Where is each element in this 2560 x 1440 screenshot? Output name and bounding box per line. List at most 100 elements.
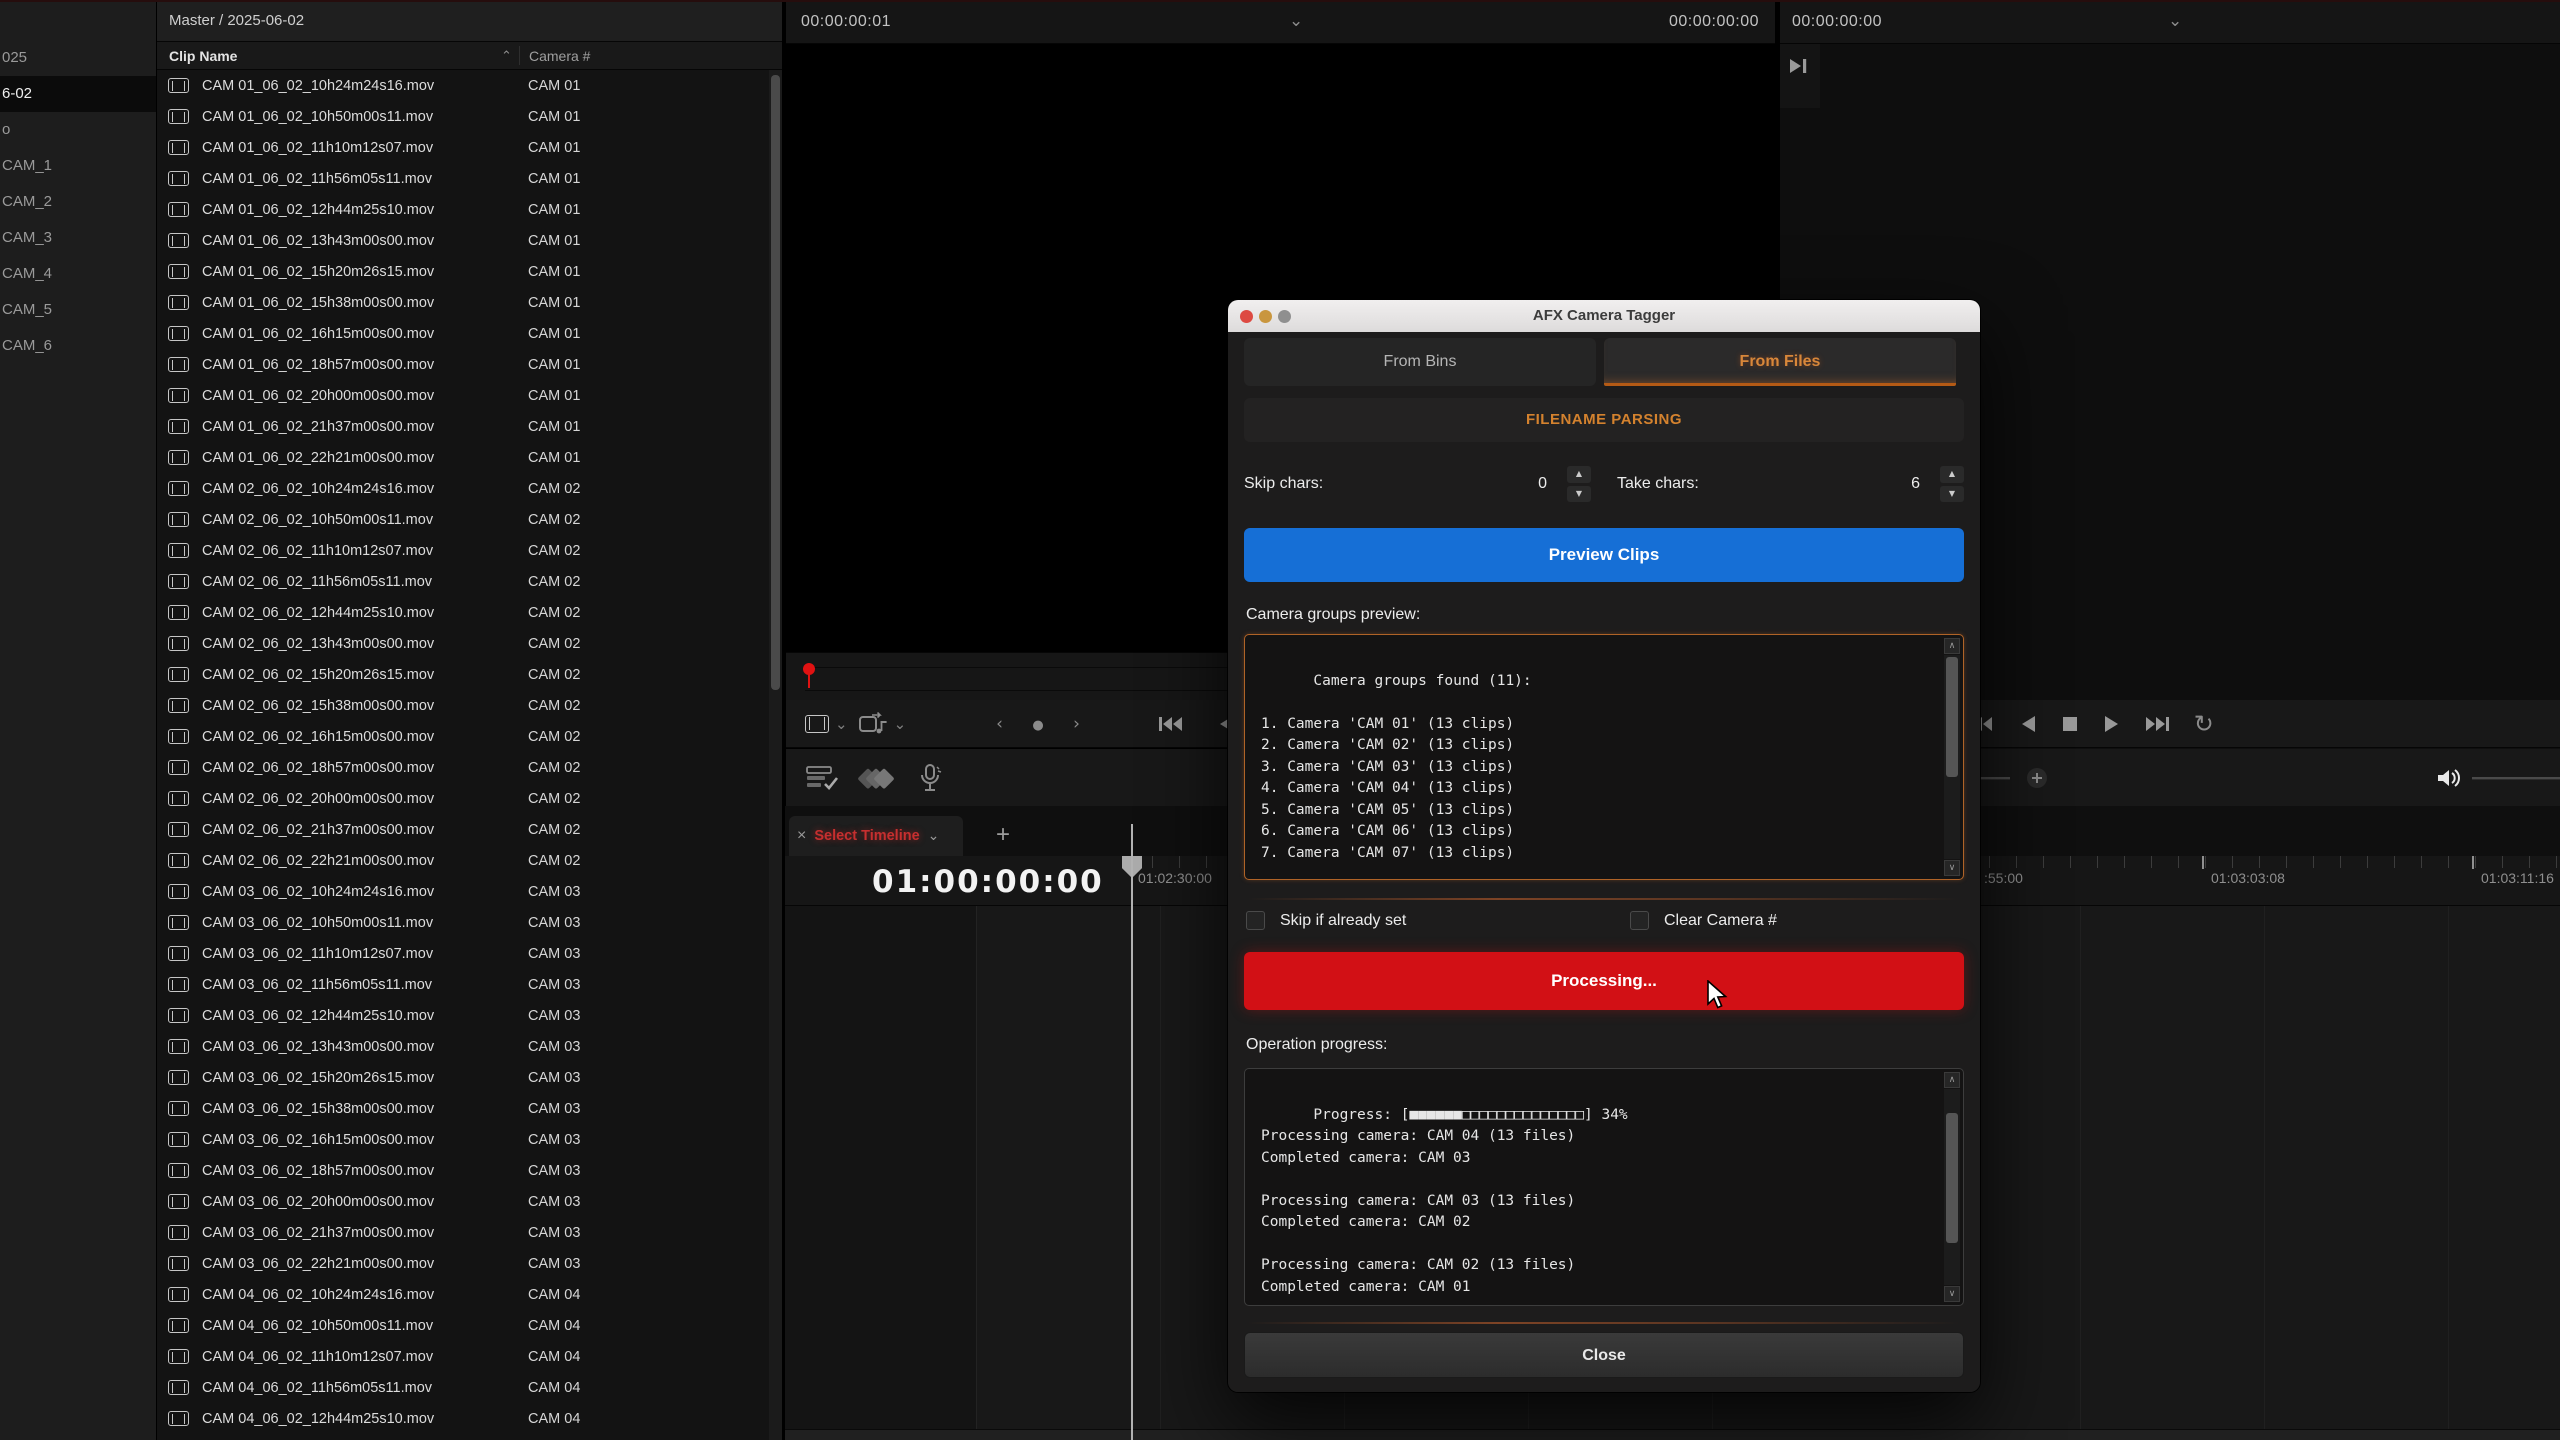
- clip-mode-icon[interactable]: [805, 715, 829, 733]
- table-row[interactable]: CAM 02_06_02_15h38m00s00.mov CAM 02: [157, 690, 769, 721]
- play-icon[interactable]: [2104, 715, 2120, 733]
- breadcrumb[interactable]: Master / 2025-06-02: [157, 0, 782, 42]
- table-row[interactable]: CAM 02_06_02_20h00m00s00.mov CAM 02: [157, 783, 769, 814]
- table-row[interactable]: CAM 02_06_02_11h10m12s07.mov CAM 02: [157, 535, 769, 566]
- sync-clips-layers-icon[interactable]: [857, 763, 895, 793]
- sort-caret-icon[interactable]: ⌃: [501, 42, 512, 70]
- play-reverse-icon[interactable]: [2020, 715, 2036, 733]
- previous-marker-icon[interactable]: ‹: [996, 714, 1015, 734]
- skip-if-set-label[interactable]: Skip if already set: [1280, 908, 1406, 934]
- sidebar-bin-item[interactable]: CAM_4: [0, 256, 156, 292]
- table-row[interactable]: CAM 01_06_02_15h38m00s00.mov CAM 01: [157, 287, 769, 318]
- column-clip-name[interactable]: Clip Name: [169, 42, 237, 70]
- skip-chars-stepper[interactable]: ▲ ▼: [1567, 466, 1591, 502]
- console-scrollbar[interactable]: ∧ ∨: [1944, 1072, 1960, 1302]
- scrub-playhead-pin[interactable]: [803, 663, 815, 675]
- progress-console[interactable]: Progress: [■■■■■■□□□□□□□□□□□□□□] 34% Pro…: [1244, 1068, 1964, 1306]
- stepper-down-icon[interactable]: ▼: [1567, 486, 1591, 503]
- table-row[interactable]: CAM 02_06_02_15h20m26s15.mov CAM 02: [157, 659, 769, 690]
- stepper-up-icon[interactable]: ▲: [1940, 466, 1964, 483]
- sidebar-bin-item[interactable]: 025: [0, 40, 156, 76]
- table-row[interactable]: CAM 03_06_02_22h21m00s00.mov CAM 03: [157, 1248, 769, 1279]
- loop-icon[interactable]: ↻: [2194, 710, 2214, 738]
- skip-to-end-icon[interactable]: [1788, 58, 1810, 74]
- chevron-down-icon[interactable]: ⌄: [928, 828, 940, 844]
- sidebar-bin-item[interactable]: CAM_2: [0, 184, 156, 220]
- scrollbar-track[interactable]: [1944, 1089, 1960, 1285]
- table-row[interactable]: CAM 04_06_02_10h24m24s16.mov CAM 04: [157, 1279, 769, 1310]
- table-row[interactable]: CAM 03_06_02_15h38m00s00.mov CAM 03: [157, 1093, 769, 1124]
- scrollbar-track[interactable]: [1944, 655, 1960, 859]
- table-row[interactable]: CAM 01_06_02_11h10m12s07.mov CAM 01: [157, 132, 769, 163]
- scroll-down-icon[interactable]: ∨: [1944, 860, 1960, 876]
- chevron-down-icon[interactable]: ⌄: [835, 715, 848, 733]
- table-row[interactable]: CAM 03_06_02_13h43m00s00.mov CAM 03: [157, 1031, 769, 1062]
- sidebar-bin-item[interactable]: CAM_6: [0, 328, 156, 364]
- zoom-in-icon[interactable]: [2026, 767, 2048, 789]
- take-chars-value[interactable]: 6: [1911, 475, 1920, 493]
- table-row[interactable]: CAM 02_06_02_21h37m00s00.mov CAM 02: [157, 814, 769, 845]
- table-row[interactable]: CAM 03_06_02_11h56m05s11.mov CAM 03: [157, 969, 769, 1000]
- scrollbar-thumb[interactable]: [1946, 1113, 1958, 1243]
- table-row[interactable]: CAM 02_06_02_16h15m00s00.mov CAM 02: [157, 721, 769, 752]
- playhead-line[interactable]: [1131, 824, 1133, 1440]
- stop-icon[interactable]: [2062, 716, 2078, 732]
- clear-camera-label[interactable]: Clear Camera #: [1664, 908, 1777, 934]
- media-pool-scrollbar[interactable]: [769, 70, 782, 1440]
- table-row[interactable]: CAM 01_06_02_16h15m00s00.mov CAM 01: [157, 318, 769, 349]
- table-row[interactable]: CAM 02_06_02_11h56m05s11.mov CAM 02: [157, 566, 769, 597]
- table-row[interactable]: CAM 01_06_02_10h50m00s11.mov CAM 01: [157, 101, 769, 132]
- table-row[interactable]: CAM 02_06_02_18h57m00s00.mov CAM 02: [157, 752, 769, 783]
- table-row[interactable]: CAM 04_06_02_11h10m12s07.mov CAM 04: [157, 1341, 769, 1372]
- table-row[interactable]: CAM 03_06_02_18h57m00s00.mov CAM 03: [157, 1155, 769, 1186]
- table-row[interactable]: CAM 02_06_02_12h44m25s10.mov CAM 02: [157, 597, 769, 628]
- scrollbar-thumb[interactable]: [1946, 657, 1958, 777]
- table-row[interactable]: CAM 04_06_02_13h43m00s00.mov CAM 04: [157, 1434, 769, 1440]
- table-row[interactable]: CAM 03_06_02_16h15m00s00.mov CAM 03: [157, 1124, 769, 1155]
- dialog-tab[interactable]: From Bins: [1244, 338, 1596, 386]
- sidebar-bin-item[interactable]: 6-02: [0, 76, 156, 112]
- sidebar-bin-item[interactable]: CAM_3: [0, 220, 156, 256]
- dialog-tab[interactable]: From Files: [1604, 338, 1956, 386]
- table-row[interactable]: CAM 03_06_02_10h24m24s16.mov CAM 03: [157, 876, 769, 907]
- chevron-down-icon[interactable]: ⌄: [1289, 0, 1303, 42]
- skip-if-set-checkbox[interactable]: [1246, 911, 1265, 930]
- table-row[interactable]: CAM 03_06_02_10h50m00s11.mov CAM 03: [157, 907, 769, 938]
- take-chars-stepper[interactable]: ▲ ▼: [1940, 466, 1964, 502]
- next-marker-icon[interactable]: ›: [1073, 714, 1092, 734]
- table-row[interactable]: CAM 03_06_02_12h44m25s10.mov CAM 03: [157, 1000, 769, 1031]
- sidebar-bin-item[interactable]: CAM_1: [0, 148, 156, 184]
- window-close-icon[interactable]: [1240, 310, 1253, 323]
- clear-camera-checkbox[interactable]: [1630, 911, 1649, 930]
- add-timeline-button[interactable]: +: [988, 816, 1018, 856]
- table-row[interactable]: CAM 01_06_02_12h44m25s10.mov CAM 01: [157, 194, 769, 225]
- table-row[interactable]: CAM 01_06_02_10h24m24s16.mov CAM 01: [157, 70, 769, 101]
- volume-speaker-icon[interactable]: [2436, 767, 2462, 789]
- microphone-icon[interactable]: [917, 763, 947, 793]
- table-row[interactable]: CAM 01_06_02_18h57m00s00.mov CAM 01: [157, 349, 769, 380]
- transform-audio-icon[interactable]: [858, 712, 888, 736]
- table-row[interactable]: CAM 04_06_02_12h44m25s10.mov CAM 04: [157, 1403, 769, 1434]
- groups-preview-console[interactable]: Camera groups found (11): 1. Camera 'CAM…: [1244, 634, 1964, 880]
- processing-button[interactable]: Processing...: [1244, 952, 1964, 1010]
- table-row[interactable]: CAM 04_06_02_10h50m00s11.mov CAM 04: [157, 1310, 769, 1341]
- skip-to-start-icon[interactable]: [1158, 715, 1184, 733]
- scroll-up-icon[interactable]: ∧: [1944, 1072, 1960, 1088]
- table-row[interactable]: CAM 01_06_02_20h00m00s00.mov CAM 01: [157, 380, 769, 411]
- table-row[interactable]: CAM 01_06_02_21h37m00s00.mov CAM 01: [157, 411, 769, 442]
- preview-clips-button[interactable]: Preview Clips: [1244, 528, 1964, 582]
- close-tab-icon[interactable]: ×: [797, 827, 806, 845]
- marker-dot-icon[interactable]: ●: [1032, 718, 1055, 733]
- stepper-down-icon[interactable]: ▼: [1940, 486, 1964, 503]
- table-row[interactable]: CAM 02_06_02_22h21m00s00.mov CAM 02: [157, 845, 769, 876]
- table-row[interactable]: CAM 03_06_02_11h10m12s07.mov CAM 03: [157, 938, 769, 969]
- stepper-up-icon[interactable]: ▲: [1567, 466, 1591, 483]
- scrollbar-thumb[interactable]: [771, 75, 780, 690]
- table-row[interactable]: CAM 02_06_02_10h24m24s16.mov CAM 02: [157, 473, 769, 504]
- table-row[interactable]: CAM 01_06_02_11h56m05s11.mov CAM 01: [157, 163, 769, 194]
- column-camera[interactable]: Camera #: [529, 42, 590, 70]
- table-row[interactable]: CAM 03_06_02_15h20m26s15.mov CAM 03: [157, 1062, 769, 1093]
- timeline-tab-label[interactable]: Select Timeline: [814, 828, 919, 844]
- sidebar-bin-item[interactable]: CAM_5: [0, 292, 156, 328]
- sidebar-bin-item[interactable]: o: [0, 112, 156, 148]
